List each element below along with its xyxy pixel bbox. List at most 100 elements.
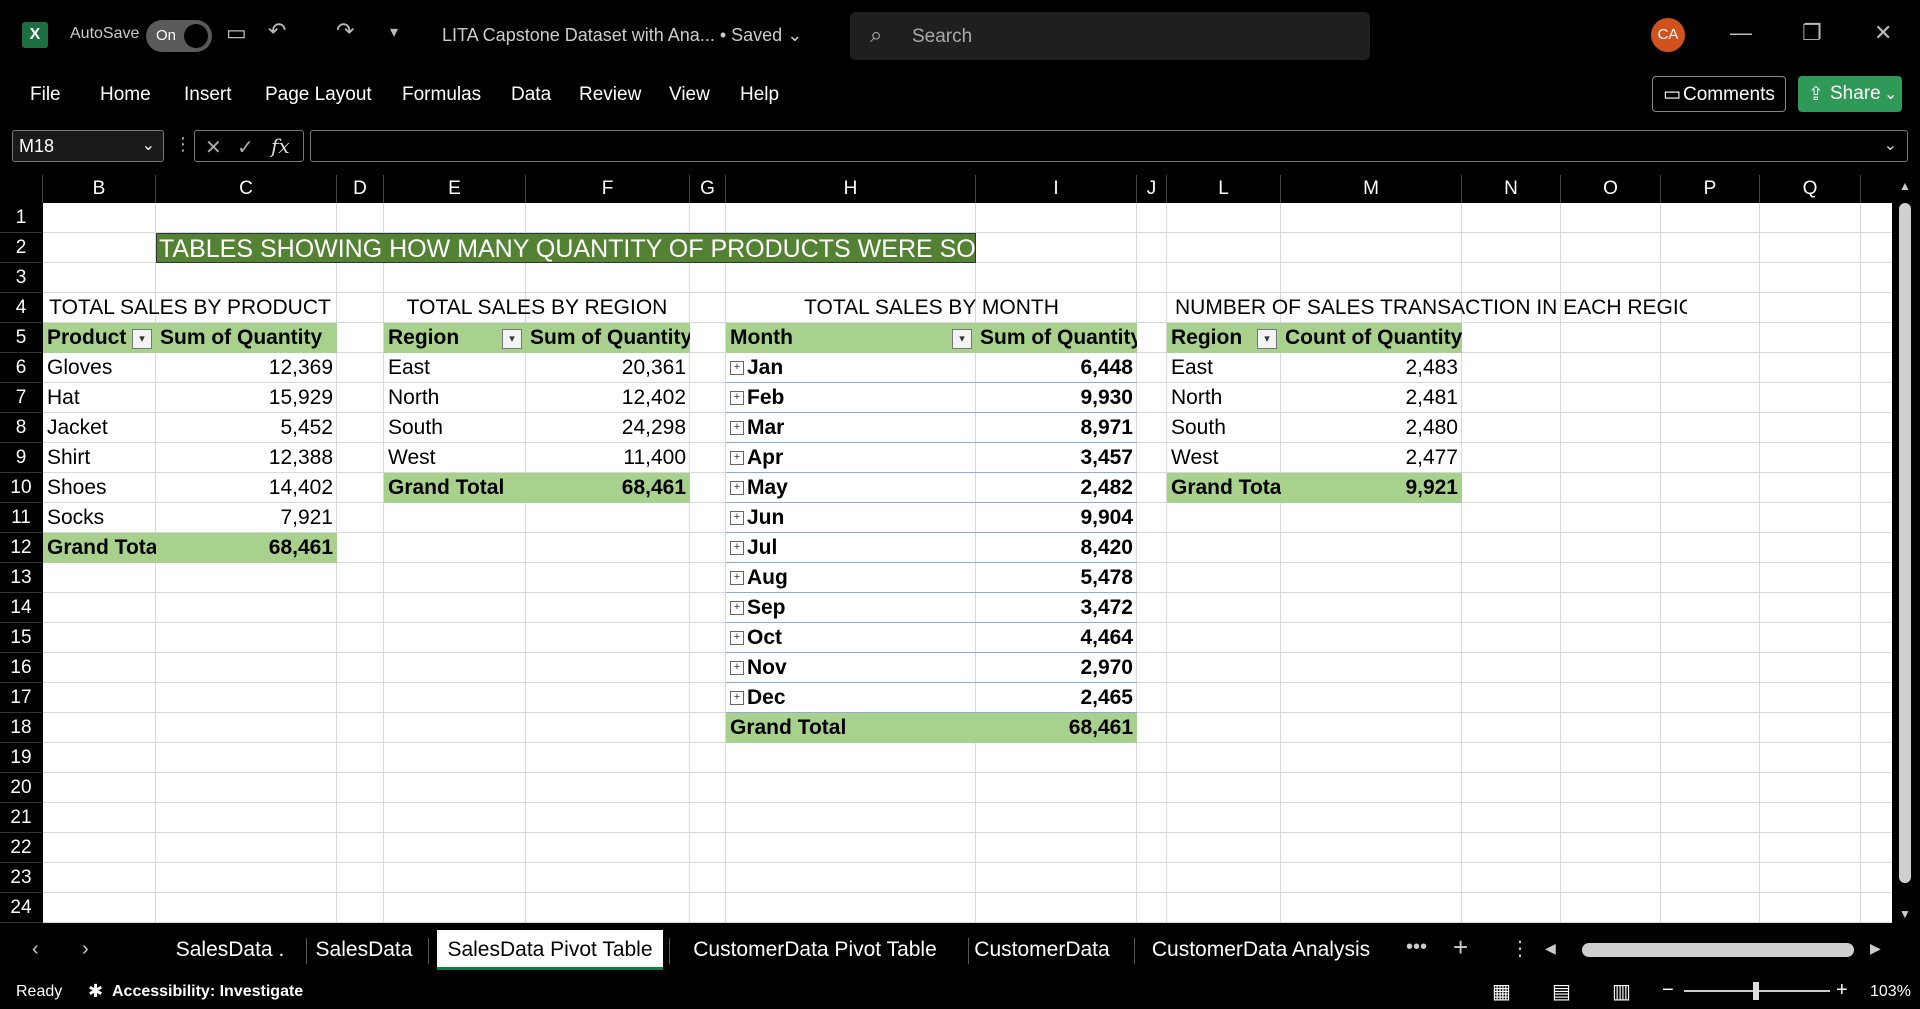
expand-icon[interactable]: + <box>730 541 744 556</box>
scroll-left-icon[interactable]: ◀ <box>1545 940 1556 957</box>
row-header-5[interactable]: 5 <box>0 323 42 353</box>
pivot-row-label[interactable]: + Jan <box>726 353 976 383</box>
expand-icon[interactable]: + <box>730 391 744 406</box>
pivot-row-value[interactable]: 2,970 <box>976 653 1137 683</box>
pivot-row-value[interactable]: 20,361 <box>526 353 690 383</box>
check-icon[interactable]: ✓ <box>237 135 254 160</box>
grand-total-value[interactable]: 68,461 <box>526 473 690 503</box>
pivot-row-label[interactable]: + Mar <box>726 413 976 443</box>
row-header-23[interactable]: 23 <box>0 863 42 893</box>
pivot-row-value[interactable]: 9,930 <box>976 383 1137 413</box>
scroll-down-icon[interactable]: ▼ <box>1899 907 1911 921</box>
column-header-g[interactable]: G <box>690 175 726 203</box>
column-header-e[interactable]: E <box>384 175 526 203</box>
pivot-title[interactable]: TOTAL SALES BY REGION <box>384 293 690 323</box>
pivot-row-value[interactable]: 2,481 <box>1281 383 1462 413</box>
next-sheet-icon[interactable]: › <box>82 938 89 961</box>
column-header-h[interactable]: H <box>726 175 976 203</box>
menu-formulas[interactable]: Formulas <box>402 84 481 106</box>
menu-view[interactable]: View <box>669 84 710 106</box>
grand-total-label[interactable]: Grand Total <box>384 473 526 503</box>
pivot-row-label[interactable]: Jacket <box>43 413 156 443</box>
pivot-row-label[interactable]: East <box>1167 353 1281 383</box>
row-header-7[interactable]: 7 <box>0 383 42 413</box>
share-button[interactable]: ⇪ Share ⌄ <box>1798 76 1902 112</box>
expand-icon[interactable]: + <box>730 511 744 526</box>
formula-input[interactable]: ⌄ <box>310 130 1908 162</box>
pivot-row-value[interactable]: 4,464 <box>976 623 1137 653</box>
pivot-row-value[interactable]: 15,929 <box>156 383 337 413</box>
filter-dropdown-icon[interactable]: ▾ <box>132 329 152 349</box>
pivot-header-label[interactable]: Month ▾ <box>726 323 976 353</box>
row-header-20[interactable]: 20 <box>0 773 42 803</box>
column-header-o[interactable]: O <box>1561 175 1661 203</box>
menu-file[interactable]: File <box>30 84 61 106</box>
pivot-row-value[interactable]: 11,400 <box>526 443 690 473</box>
row-header-4[interactable]: 4 <box>0 293 42 323</box>
accessibility-status[interactable]: Accessibility: Investigate <box>112 983 303 1001</box>
row-header-22[interactable]: 22 <box>0 833 42 863</box>
redo-icon[interactable]: ↷ <box>336 18 354 44</box>
comments-button[interactable]: ▭ Comments <box>1652 76 1786 112</box>
zoom-level[interactable]: 103% <box>1870 983 1911 1001</box>
scrollbar-thumb[interactable] <box>1899 203 1911 883</box>
pivot-row-label[interactable]: + Jun <box>726 503 976 533</box>
pivot-row-value[interactable]: 6,448 <box>976 353 1137 383</box>
pivot-title[interactable]: TOTAL SALES BY PRODUCT <box>43 293 337 323</box>
undo-icon[interactable]: ↶ <box>268 18 286 44</box>
column-header-d[interactable]: D <box>337 175 384 203</box>
pivot-row-label[interactable]: + Apr <box>726 443 976 473</box>
column-header-q[interactable]: Q <box>1760 175 1861 203</box>
row-header-16[interactable]: 16 <box>0 653 42 683</box>
column-header-l[interactable]: L <box>1167 175 1281 203</box>
row-header-19[interactable]: 19 <box>0 743 42 773</box>
pivot-header-value[interactable]: Sum of Quantity <box>526 323 690 353</box>
row-header-15[interactable]: 15 <box>0 623 42 653</box>
pivot-row-label[interactable]: + Oct <box>726 623 976 653</box>
row-header-14[interactable]: 14 <box>0 593 42 623</box>
menu-review[interactable]: Review <box>579 84 641 106</box>
more-options-icon[interactable]: ⋮ <box>174 134 192 155</box>
pivot-row-label[interactable]: + Dec <box>726 683 976 713</box>
filter-dropdown-icon[interactable]: ▾ <box>1257 329 1277 349</box>
pivot-row-value[interactable]: 8,971 <box>976 413 1137 443</box>
column-header-p[interactable]: P <box>1661 175 1760 203</box>
pivot-row-label[interactable]: South <box>1167 413 1281 443</box>
pivot-row-label[interactable]: East <box>384 353 526 383</box>
grand-total-value[interactable]: 9,921 <box>1281 473 1462 503</box>
pivot-row-value[interactable]: 5,452 <box>156 413 337 443</box>
row-header-1[interactable]: 1 <box>0 203 42 233</box>
pivot-header-value[interactable]: Sum of Quantity <box>156 323 337 353</box>
prev-sheet-icon[interactable]: ‹ <box>32 938 39 961</box>
row-header-11[interactable]: 11 <box>0 503 42 533</box>
insert-function-icon[interactable]: fx <box>271 134 290 158</box>
pivot-row-value[interactable]: 2,483 <box>1281 353 1462 383</box>
menu-help[interactable]: Help <box>740 84 779 106</box>
pivot-row-label[interactable]: West <box>1167 443 1281 473</box>
zoom-slider-handle[interactable] <box>1753 982 1759 1000</box>
grand-total-value[interactable]: 68,461 <box>976 713 1137 743</box>
pivot-header-value[interactable]: Count of Quantity <box>1281 323 1462 353</box>
document-title[interactable]: LITA Capstone Dataset with Ana... • Save… <box>442 25 802 46</box>
pivot-header-label[interactable]: Product ▾ <box>43 323 156 353</box>
pivot-row-value[interactable]: 2,465 <box>976 683 1137 713</box>
pivot-row-label[interactable]: South <box>384 413 526 443</box>
pivot-row-label[interactable]: West <box>384 443 526 473</box>
sheet-options-icon[interactable]: ⋮ <box>1510 936 1530 961</box>
restore-icon[interactable]: ❐ <box>1802 20 1822 46</box>
expand-icon[interactable]: + <box>730 661 744 676</box>
expand-formula-icon[interactable]: ⌄ <box>1884 135 1897 155</box>
zoom-out-icon[interactable]: − <box>1662 979 1674 1002</box>
filter-dropdown-icon[interactable]: ▾ <box>502 329 522 349</box>
grand-total-label[interactable]: Grand Total <box>1167 473 1281 503</box>
pivot-row-label[interactable]: + May <box>726 473 976 503</box>
grand-total-label[interactable]: Grand Total <box>726 713 976 743</box>
pivot-row-label[interactable]: Hat <box>43 383 156 413</box>
scroll-right-icon[interactable]: ▶ <box>1870 940 1881 957</box>
grand-total-value[interactable]: 68,461 <box>156 533 337 563</box>
expand-icon[interactable]: + <box>730 631 744 646</box>
more-sheets-icon[interactable]: ••• <box>1406 936 1427 959</box>
sheet-tab-6[interactable]: CustomerData Analysis <box>1137 930 1385 970</box>
expand-icon[interactable]: + <box>730 361 744 376</box>
column-header-i[interactable]: I <box>976 175 1137 203</box>
